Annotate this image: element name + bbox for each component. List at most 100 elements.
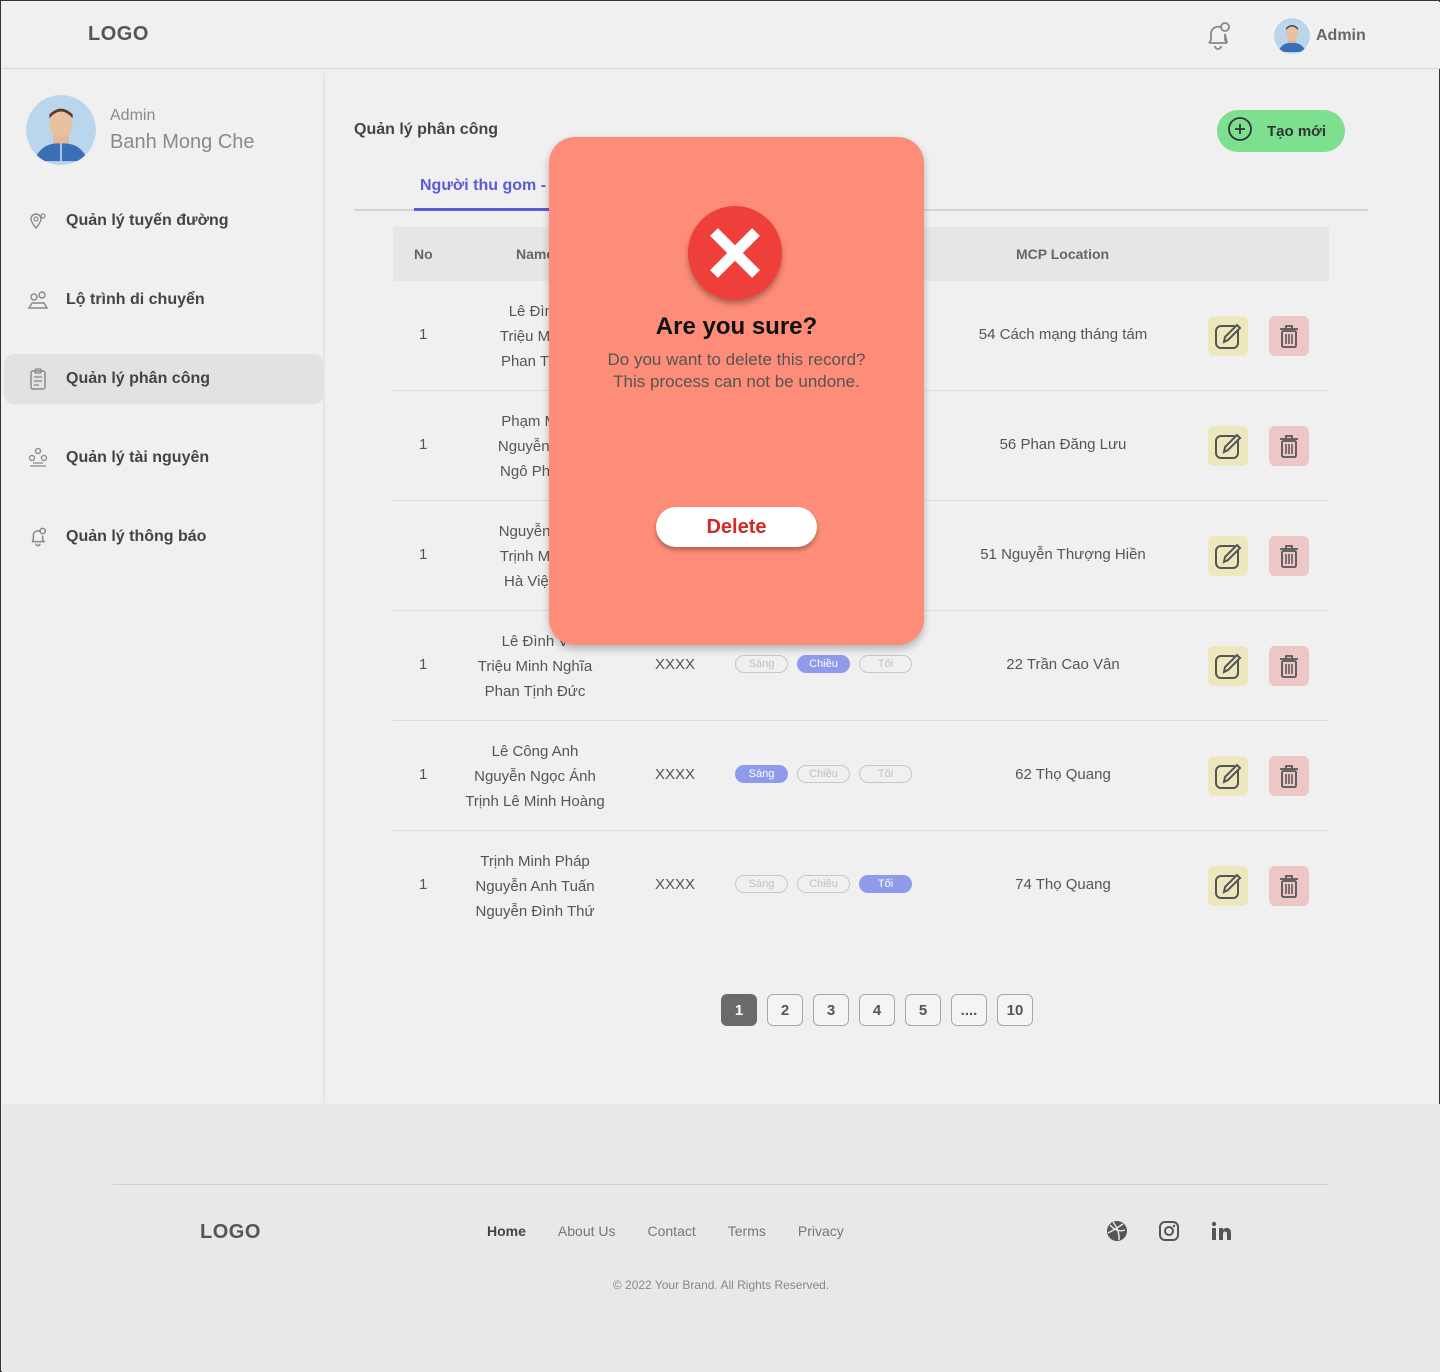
row-number: 1 <box>419 326 428 343</box>
dialog-message-line: Do you want to delete this record? <box>607 350 866 369</box>
dialog-title: Are you sure? <box>655 313 818 340</box>
edit-icon <box>1215 873 1242 899</box>
error-x-icon <box>688 206 782 300</box>
page-title: Quản lý phân công <box>354 121 499 138</box>
sidebar-item-label: Quản lý tuyến đường <box>66 212 229 229</box>
collector-name: Nguyễn Anh Tuấn <box>475 878 595 895</box>
linkedin-icon[interactable] <box>1209 1219 1233 1243</box>
profile-card: Admin Banh Mong Che <box>26 95 255 165</box>
delete-button[interactable] <box>1269 866 1309 906</box>
pagination: 1 2 3 4 5.... 10 <box>721 994 1033 1026</box>
app-frame: LOGO Admin Admin Banh Mong Che Quản lý t… <box>0 0 1440 1372</box>
footer-link-home[interactable]: Home <box>487 1223 526 1239</box>
delete-button[interactable] <box>1269 646 1309 686</box>
shift-tag[interactable]: Sáng <box>735 655 788 673</box>
page-button[interactable]: .... <box>951 994 987 1026</box>
tab-collectors[interactable]: Người thu gom - <box>414 177 553 211</box>
vehicle-id: XXXX <box>655 876 696 893</box>
shift-tag[interactable]: Sáng <box>735 765 788 783</box>
mcp-location: 74 Thọ Quang <box>1015 876 1111 893</box>
sidebar-item-label: Quản lý thông báo <box>66 528 207 545</box>
shift-tag[interactable]: Tối <box>859 655 912 673</box>
mcp-location: 62 Thọ Quang <box>1015 766 1111 783</box>
shift-tag[interactable]: Tối <box>859 765 912 783</box>
sidebar-item-resources[interactable]: Quản lý tài nguyên <box>4 433 324 483</box>
table-row: 1 Trịnh Minh Pháp Nguyễn Anh Tuấn Nguyễn Đ… <box>393 831 1329 941</box>
row-number: 1 <box>419 766 428 783</box>
mcp-location: 56 Phan Đăng Lưu <box>999 436 1127 453</box>
edit-icon <box>1215 323 1242 349</box>
dialog-message: Do you want to delete this record? This … <box>549 349 924 393</box>
shift-tag[interactable]: Tối <box>859 875 912 893</box>
trash-icon <box>1280 325 1298 348</box>
footer-link-terms[interactable]: Terms <box>728 1223 766 1239</box>
edit-button[interactable] <box>1208 646 1248 686</box>
create-new-button[interactable]: Tạo mới <box>1217 110 1345 152</box>
sidebar-item-route-tracking[interactable]: Lộ trình di chuyển <box>4 275 324 325</box>
top-bar: LOGO Admin <box>2 2 1440 69</box>
edit-button[interactable] <box>1208 866 1248 906</box>
page-button[interactable]: 5 <box>905 994 941 1026</box>
trash-icon <box>1280 545 1298 568</box>
confirm-delete-button[interactable]: Delete <box>656 507 817 547</box>
page-button[interactable]: 3 <box>813 994 849 1026</box>
profile-role: Admin <box>110 106 156 124</box>
footer-link-contact[interactable]: Contact <box>648 1223 696 1239</box>
delete-button[interactable] <box>1269 536 1309 576</box>
plus-circle-icon <box>1227 116 1253 146</box>
collector-name: Triệu Minh Nghĩa <box>477 658 593 675</box>
delete-button[interactable] <box>1269 426 1309 466</box>
trash-icon <box>1280 875 1298 898</box>
dribbble-icon[interactable] <box>1105 1219 1129 1243</box>
user-name: Admin <box>1316 27 1366 44</box>
shift-tag[interactable]: Chiều <box>797 875 850 893</box>
collector-name: Lê Công Anh <box>491 743 579 760</box>
sidebar-item-label: Quản lý phân công <box>66 370 211 387</box>
delete-button[interactable] <box>1269 316 1309 356</box>
bell-icon <box>26 525 50 549</box>
sidebar: Admin Banh Mong Che Quản lý tuyến đường … <box>2 73 325 1103</box>
row-number: 1 <box>419 656 428 673</box>
create-new-label: Tạo mới <box>1267 122 1327 140</box>
edit-icon <box>1215 763 1242 789</box>
notification-bell-icon[interactable] <box>1200 18 1236 54</box>
page-button[interactable]: 10 <box>997 994 1033 1026</box>
collector-name: Nguyễn Đình Thứ <box>475 903 595 920</box>
instagram-icon[interactable] <box>1157 1219 1181 1243</box>
collector-name: Trịnh Minh Pháp <box>480 853 590 870</box>
shift-tag[interactable]: Chiều <box>797 655 850 673</box>
page-button[interactable]: 2 <box>767 994 803 1026</box>
sidebar-item-assignment[interactable]: Quản lý phân công <box>4 354 324 404</box>
delete-confirm-dialog: Are you sure? Do you want to delete this… <box>549 137 924 645</box>
edit-icon <box>1215 433 1242 459</box>
sidebar-item-notifications[interactable]: Quản lý thông báo <box>4 512 324 562</box>
copyright-text: © 2022 Your Brand. All Rights Reserved. <box>612 1278 830 1292</box>
mcp-location: 51 Nguyễn Thượng Hiền <box>980 546 1146 563</box>
footer-link-privacy[interactable]: Privacy <box>798 1223 844 1239</box>
edit-button[interactable] <box>1208 756 1248 796</box>
edit-button[interactable] <box>1208 536 1248 576</box>
delete-button[interactable] <box>1269 756 1309 796</box>
shift-tags: Sáng Chiều Tối <box>735 655 912 673</box>
edit-button[interactable] <box>1208 426 1248 466</box>
sidebar-item-label: Lộ trình di chuyển <box>66 291 205 308</box>
sidebar-item-label: Quản lý tài nguyên <box>66 449 210 466</box>
resources-icon <box>26 446 50 470</box>
trash-icon <box>1280 765 1298 788</box>
page-button[interactable]: 1 <box>721 994 757 1026</box>
shift-tag[interactable]: Sáng <box>735 875 788 893</box>
header-logo[interactable]: LOGO <box>88 23 149 46</box>
mcp-location: 22 Trần Cao Vân <box>1006 656 1120 673</box>
collector-names: Lê Công Anh Nguyễn Ngọc Ánh Trịnh Lê Minh … <box>455 739 615 814</box>
map-pin-icon <box>26 209 50 233</box>
collector-name: Nguyễn Ngọc Ánh <box>474 768 596 785</box>
profile-name: Banh Mong Che <box>110 130 255 153</box>
footer-link-about[interactable]: About Us <box>558 1223 616 1239</box>
page-button[interactable]: 4 <box>859 994 895 1026</box>
collector-names: Trịnh Minh Pháp Nguyễn Anh Tuấn Nguyễn Đìn… <box>455 849 615 924</box>
edit-button[interactable] <box>1208 316 1248 356</box>
user-menu[interactable]: Admin <box>1274 18 1366 54</box>
sidebar-item-routes[interactable]: Quản lý tuyến đường <box>4 196 324 246</box>
shift-tag[interactable]: Chiều <box>797 765 850 783</box>
footer-logo[interactable]: LOGO <box>200 1221 261 1244</box>
